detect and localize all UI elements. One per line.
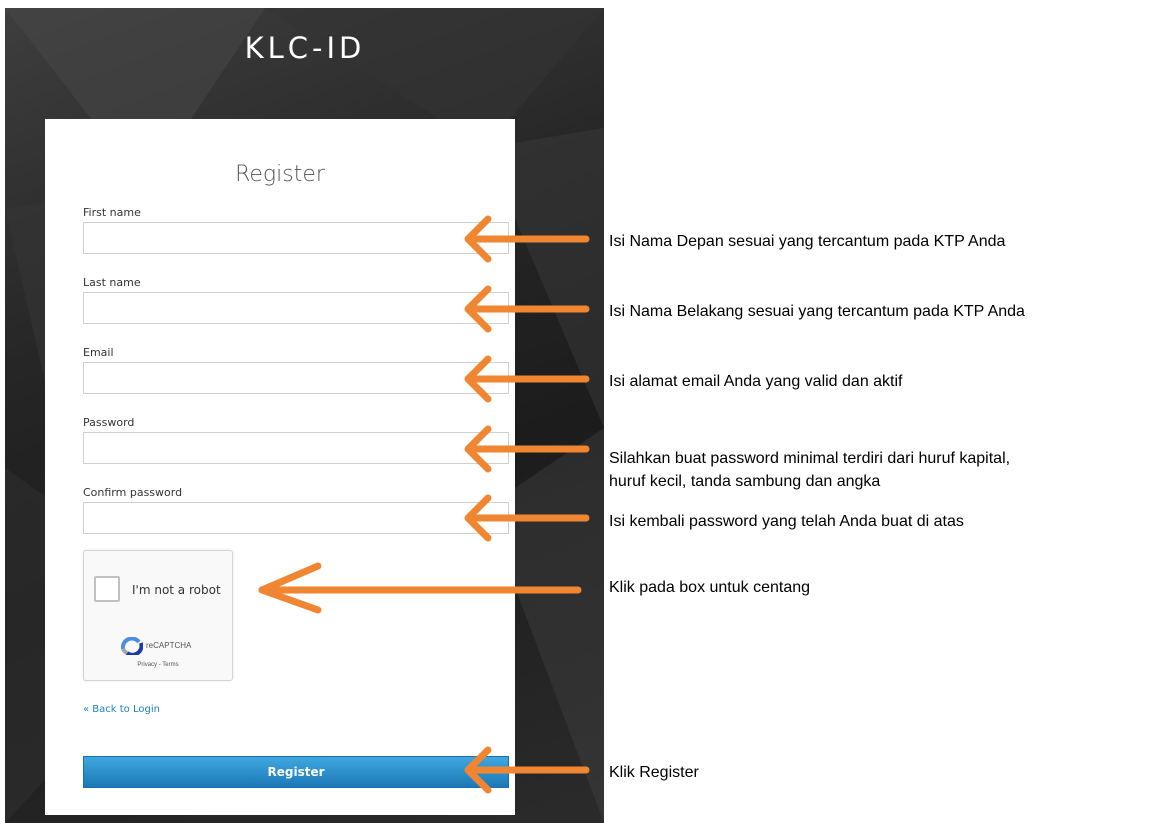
recaptcha-links[interactable]: Privacy - Terms	[84, 662, 232, 668]
password-label: Password	[83, 416, 135, 429]
register-button[interactable]: Register	[83, 756, 509, 788]
annotation-confirm-password: Isi kembali password yang telah Anda bua…	[609, 513, 964, 530]
annotation-captcha: Klik pada box untuk centang	[609, 579, 811, 596]
recaptcha-brand: reCAPTCHA	[146, 641, 192, 650]
email-label: Email	[83, 346, 114, 359]
password-input[interactable]	[83, 432, 509, 464]
register-card: Register First name Last name Email Pass…	[45, 119, 515, 815]
page-title: Register	[235, 162, 325, 187]
annotation-first-name: Isi Nama Depan sesuai yang tercantum pad…	[609, 233, 1006, 250]
recaptcha-label: I'm not a robot	[132, 583, 221, 597]
app-title: KLC-ID	[244, 31, 366, 65]
annotation-email: Isi alamat email Anda yang valid dan akt…	[609, 373, 903, 390]
annotation-last-name: Isi Nama Belakang sesuai yang tercantum …	[609, 303, 1025, 320]
recaptcha-checkbox[interactable]	[94, 576, 120, 602]
first-name-label: First name	[83, 206, 141, 219]
email-input[interactable]	[83, 362, 509, 394]
annotation-password: Silahkan buat password minimal terdiri d…	[609, 447, 1010, 493]
confirm-password-input[interactable]	[83, 502, 509, 534]
annotation-password-line1: Silahkan buat password minimal terdiri d…	[609, 450, 1011, 467]
confirm-password-label: Confirm password	[83, 486, 183, 499]
last-name-label: Last name	[83, 276, 141, 289]
annotation-password-line2: huruf kecil, tanda sambung dan angka	[609, 473, 881, 490]
back-to-login-link[interactable]: « Back to Login	[83, 704, 160, 715]
first-name-input[interactable]	[83, 222, 509, 254]
annotation-register: Klik Register	[609, 764, 699, 781]
last-name-input[interactable]	[83, 292, 509, 324]
recaptcha-icon	[121, 637, 143, 655]
recaptcha-widget: I'm not a robot reCAPTCHA Privacy - Term…	[83, 550, 233, 681]
